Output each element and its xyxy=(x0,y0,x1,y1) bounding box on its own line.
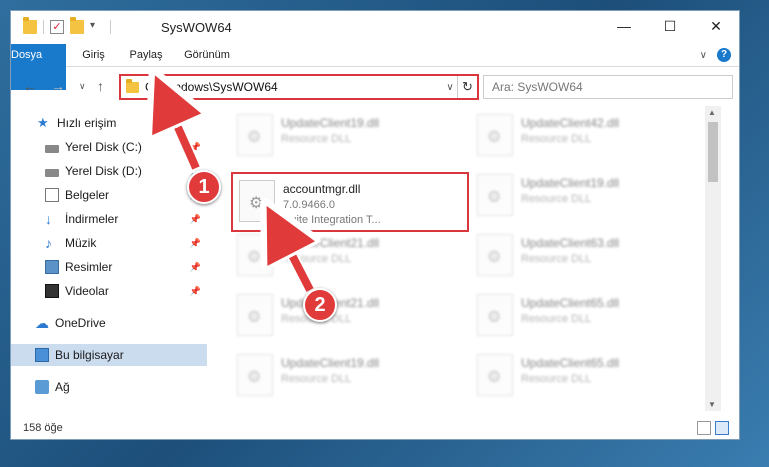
step-badge-2: 2 xyxy=(303,288,337,322)
step-badge-1: 1 xyxy=(187,170,221,204)
arrow-2 xyxy=(278,228,310,292)
annotation-overlay xyxy=(0,0,769,296)
arrow-1 xyxy=(165,98,196,170)
